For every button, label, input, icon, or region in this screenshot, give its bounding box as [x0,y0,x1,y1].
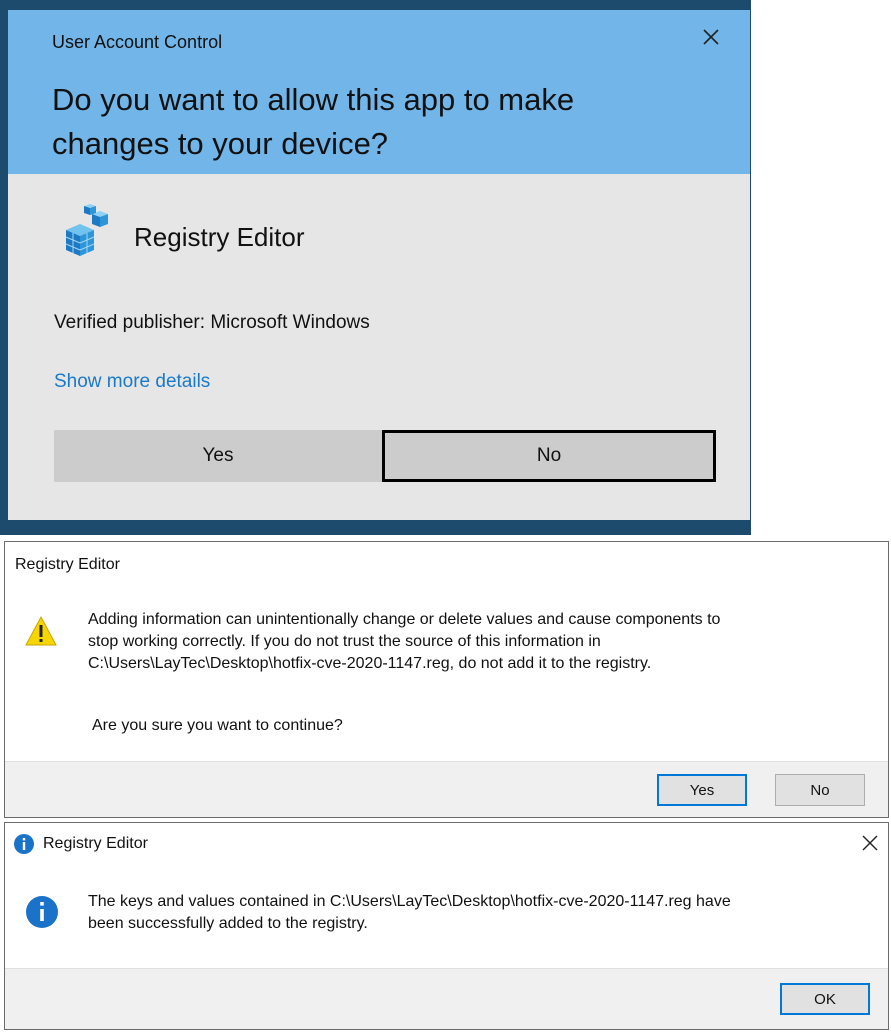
uac-title: User Account Control [52,32,223,52]
warning-dialog-window-real: Registry Editor Adding information can u… [4,541,889,818]
ok-button[interactable]: OK [780,983,870,1015]
info-dialog: Registry Editor The keys and values cont… [4,822,889,1030]
uac-yes-button[interactable]: Yes [54,430,382,482]
info-icon [25,895,59,929]
uac-no-button[interactable]: No [382,430,716,482]
warning-message-line-2: stop working correctly. If you do not tr… [88,633,601,650]
show-more-details-link[interactable]: Show more details [54,371,210,393]
info-message-line-1: The keys and values contained in C:\User… [88,893,731,910]
warning-message-line-1: Adding information can unintentionally c… [88,611,721,628]
warning-yes-button[interactable]: Yes [657,774,747,806]
uac-dialog: User Account Control Do you want to allo… [0,0,751,535]
app-name: Registry Editor [134,222,305,252]
warning-title: Registry Editor [15,556,120,573]
uac-header: User Account Control Do you want to allo… [8,10,750,174]
warning-question: Are you sure you want to continue? [92,717,343,734]
close-icon[interactable] [700,26,722,48]
info-message-line-2: been successfully added to the registry. [88,915,368,932]
publisher-text: Verified publisher: Microsoft Windows [54,312,370,333]
uac-body: Registry Editor Verified publisher: Micr… [8,174,750,520]
info-footer: OK [5,968,888,1029]
warning-footer: Yes No [5,761,888,817]
warning-no-button[interactable]: No [775,774,865,806]
uac-question: Do you want to allow this app to make ch… [52,82,575,161]
close-icon[interactable] [860,833,880,853]
info-title: Registry Editor [43,835,148,852]
info-icon [13,833,35,855]
warning-message-line-3: C:\Users\LayTec\Desktop\hotfix-cve-2020-… [88,655,652,672]
registry-editor-icon [58,204,118,264]
warning-icon [25,615,57,647]
